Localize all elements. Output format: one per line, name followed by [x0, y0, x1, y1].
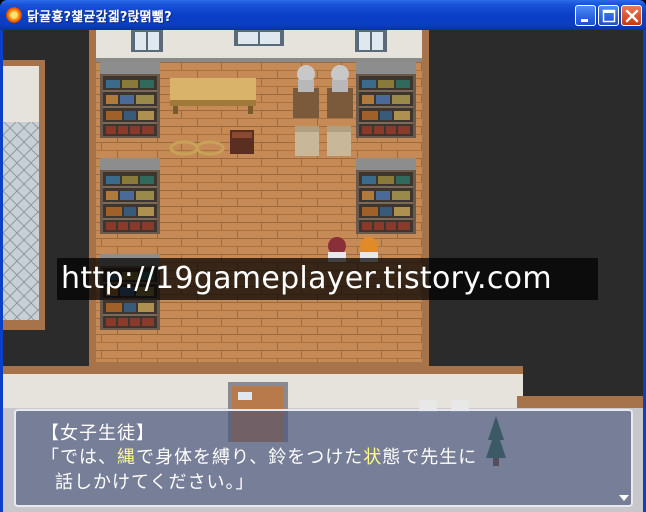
- maximize-button[interactable]: [598, 5, 619, 26]
- dialogue-line-1: 「では、縄で身体を縛り、鈴をつけた状態で先生に: [41, 443, 477, 469]
- maximize-icon: [602, 9, 616, 23]
- app-icon[interactable]: [6, 7, 22, 23]
- minimize-button[interactable]: [575, 5, 596, 26]
- window-titlebar[interactable]: 닭귤횽?첉귣갚겗?랁뗡뺆?: [0, 0, 646, 30]
- window-title: 닭귤횽?첉귣갚겗?랁뗡뺆?: [27, 10, 172, 25]
- message-window[interactable]: 【女子生徒】 「では、縄で身体を縛り、鈴をつけた状態で先生に 話しかけてください…: [14, 409, 633, 507]
- dialogue-line-2: 話しかけてください。」: [55, 472, 255, 493]
- highlighted-word: 縄: [117, 447, 136, 468]
- highlighted-word: 状: [363, 447, 383, 468]
- down-arrow-icon[interactable]: [619, 495, 629, 501]
- dialogue-text: 態で先生に: [382, 447, 478, 468]
- speaker-name: 【女子生徒】: [41, 423, 155, 444]
- close-icon: [625, 9, 639, 23]
- dialogue-text: 「では、: [41, 447, 117, 468]
- minimize-icon: [581, 19, 588, 22]
- watermark-banner: http://19gameplayer.tistory.com: [57, 258, 598, 300]
- game-screen[interactable]: http://19gameplayer.tistory.com 【女子生徒】 「…: [3, 30, 643, 512]
- dialogue-text: で身体を縛り、鈴をつけた: [136, 447, 364, 468]
- close-button[interactable]: [621, 5, 642, 26]
